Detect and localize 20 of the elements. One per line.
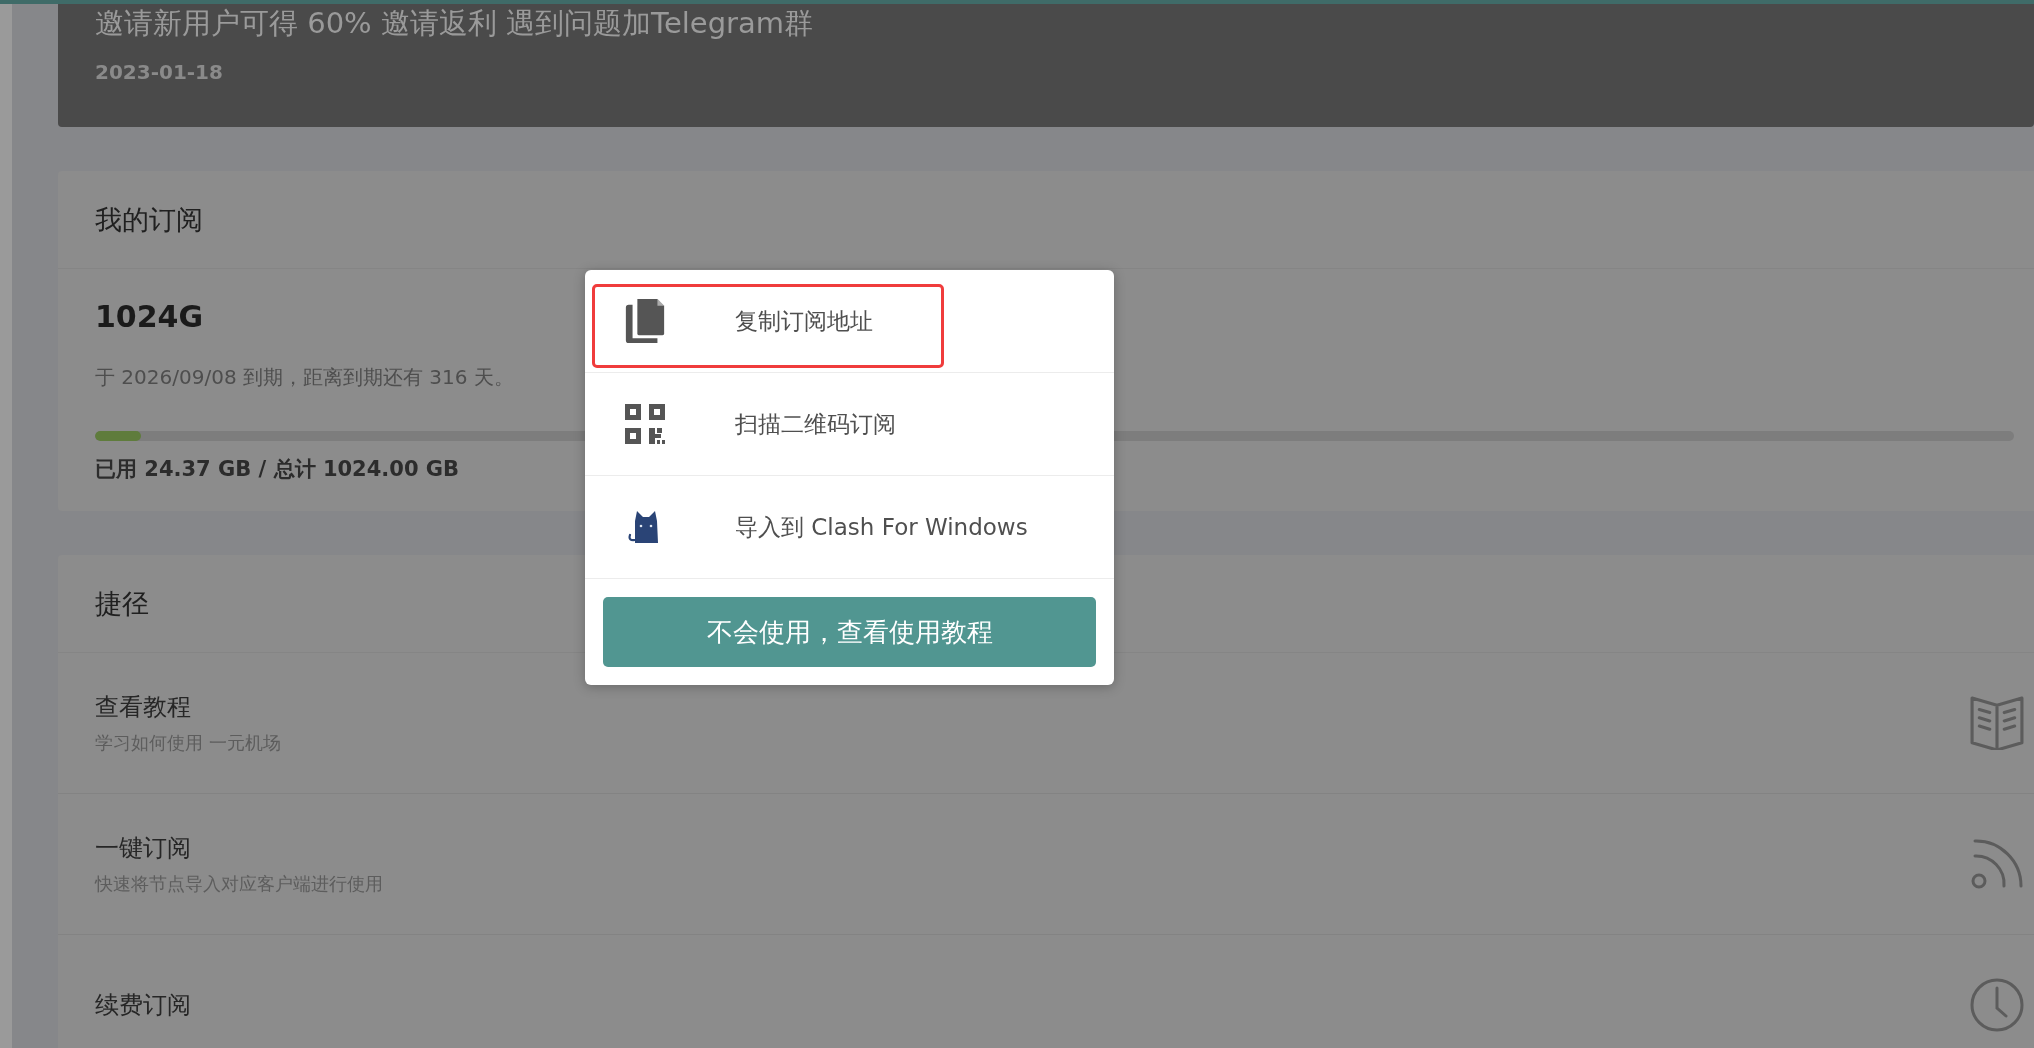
dialog-option[interactable]: 导入到 Clash For Windows bbox=[585, 476, 1114, 579]
book-icon bbox=[1970, 696, 2024, 750]
shortcut-title: 续费订阅 bbox=[95, 990, 191, 1021]
shortcut-title: 查看教程 bbox=[95, 692, 191, 723]
shortcut-title: 一键订阅 bbox=[95, 833, 191, 864]
copy-icon bbox=[625, 299, 665, 343]
expiry-text: 于 2026/09/08 到期，距离到期还有 316 天。 bbox=[95, 364, 514, 391]
help-tutorial-button[interactable]: 不会使用，查看使用教程 bbox=[603, 597, 1096, 667]
shortcut-item[interactable]: 续费订阅 bbox=[58, 935, 2034, 1048]
clock-icon bbox=[1970, 978, 2024, 1032]
qr-code-icon bbox=[625, 402, 665, 446]
notice-title: 邀请新用户可得 60% 邀请返利 遇到问题加Telegram群 bbox=[95, 5, 813, 42]
rss-icon bbox=[1970, 837, 2024, 891]
card-heading: 我的订阅 bbox=[95, 202, 203, 237]
dialog-option[interactable]: 扫描二维码订阅 bbox=[585, 373, 1114, 476]
usage-text: 已用 24.37 GB / 总计 1024.00 GB bbox=[95, 456, 460, 483]
card-heading: 捷径 bbox=[95, 586, 149, 621]
dialog-option[interactable]: 复制订阅地址 bbox=[585, 270, 1114, 373]
notice-date: 2023-01-18 bbox=[95, 60, 223, 84]
plan-name: 1024G bbox=[95, 299, 204, 334]
